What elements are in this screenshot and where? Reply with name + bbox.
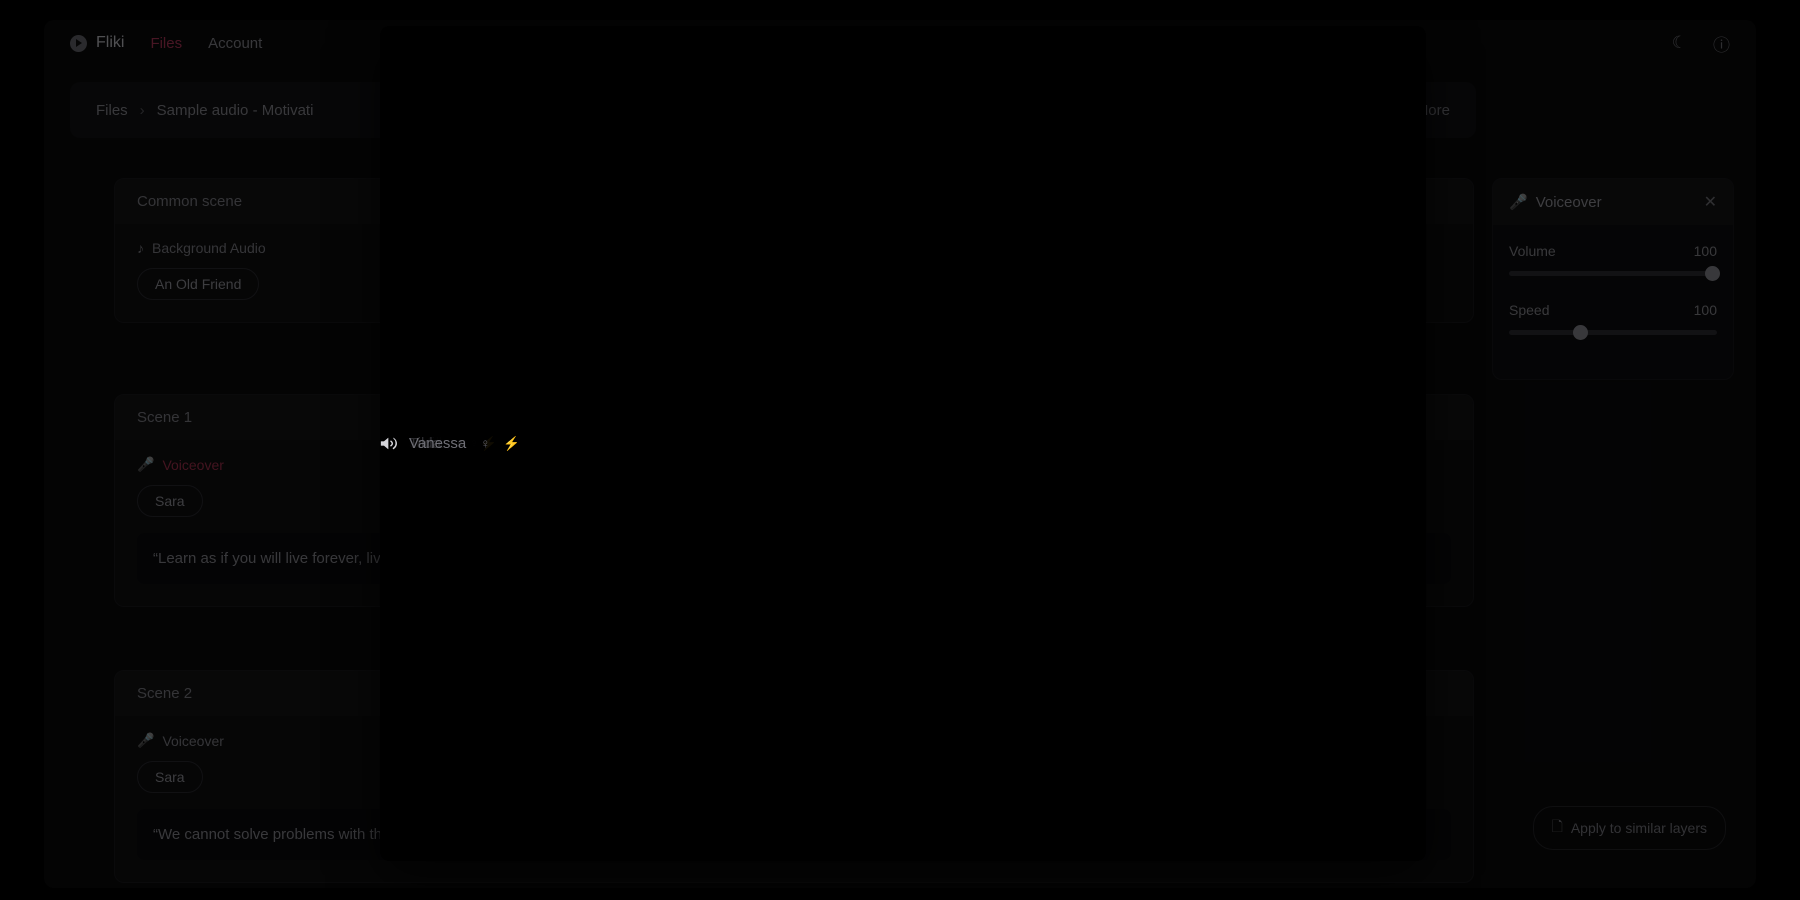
voices-list[interactable]: ✨ Standard voices Amber♀Ana (child)♀Aria… xyxy=(380,190,1426,797)
app-root: Fliki Files Account ☾ ⓘ Files › Sample a… xyxy=(0,0,1800,900)
voice-name: Vanessa xyxy=(409,435,466,452)
gender-symbol-icon: ♀ xyxy=(480,436,490,451)
voice-item[interactable]: Vanessa ♀ ⚡ xyxy=(380,190,1426,797)
lightning-bolt-icon: ⚡ xyxy=(503,436,520,452)
voice-selection-modal: Voice selection ✕ Language English Diale… xyxy=(380,26,1426,861)
speaker-icon xyxy=(380,436,398,451)
